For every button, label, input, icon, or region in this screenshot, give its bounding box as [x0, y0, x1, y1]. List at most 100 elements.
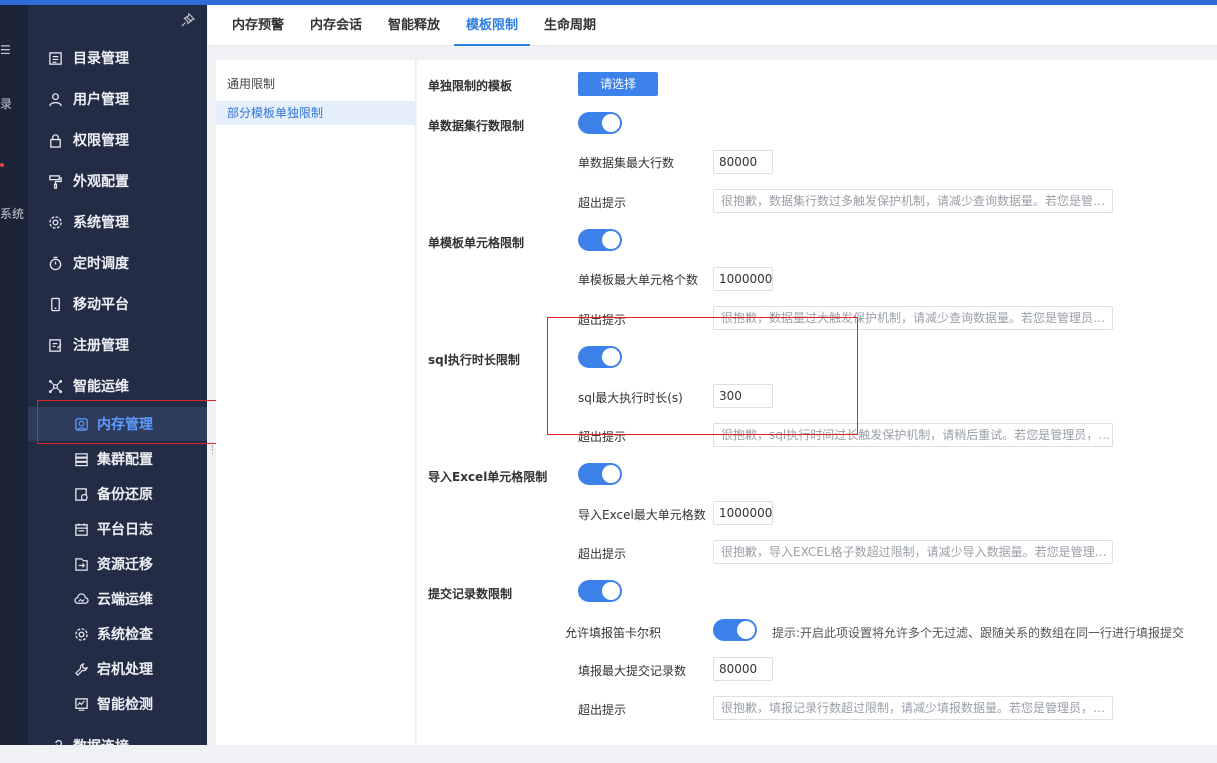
submit-limit-toggle[interactable]	[578, 580, 622, 602]
register-icon	[47, 337, 63, 353]
sql-tip-input[interactable]: 很抱歉，sql执行时间过长触发保护机制，请稍后重试。若您是管理员，请联系系统管理…	[713, 423, 1113, 447]
sidebar-item-appearance[interactable]: 外观配置	[28, 164, 207, 198]
toggle-knob	[602, 348, 620, 366]
subnav-template-specific-limit[interactable]: 部分模板单独限制	[216, 101, 416, 125]
secondary-nav: 通用限制 部分模板单独限制	[216, 60, 416, 745]
sidebar-subitem-migration[interactable]: 资源迁移	[28, 547, 207, 581]
cell-tip-input[interactable]: 很抱歉，数据量过大触发保护机制，请减少查询数据量。若您是管理员，请联系系统管理员…	[713, 306, 1113, 330]
excel-limit-toggle[interactable]	[578, 463, 622, 485]
memory-icon	[73, 416, 89, 432]
backup-icon	[73, 486, 89, 502]
sidebar-subitem-backup[interactable]: 备份还原	[28, 477, 207, 511]
catalog-icon	[47, 50, 63, 66]
paint-roller-icon	[47, 173, 63, 189]
tab-template-limit[interactable]: 模板限制	[454, 5, 531, 46]
sidebar-item-users[interactable]: 用户管理	[28, 82, 207, 116]
tab-lifecycle[interactable]: 生命周期	[544, 5, 596, 46]
cell-limit-toggle[interactable]	[578, 229, 622, 251]
sidebar-subitem-label: 系统检查	[97, 627, 153, 643]
sql-max-time-input[interactable]: 300	[713, 384, 773, 408]
sidebar-item-data-connection[interactable]: 数据连接	[28, 729, 207, 763]
dataset-tip-label: 超出提示	[578, 196, 627, 210]
submit-limit-label: 提交记录数限制	[428, 587, 513, 601]
toggle-knob	[602, 465, 620, 483]
tab-memory-session[interactable]: 内存会话	[310, 5, 362, 46]
excel-max-cells-input[interactable]: 1000000	[713, 501, 773, 525]
dataset-max-rows-label: 单数据集最大行数	[578, 156, 675, 170]
sidebar-item-permissions[interactable]: 权限管理	[28, 123, 207, 157]
sidebar-item-label: 智能运维	[73, 379, 129, 395]
dataset-tip-input[interactable]: 很抱歉，数据集行数过多触发保护机制，请减少查询数据量。若您是管理员，请联系系统管…	[713, 189, 1113, 213]
server-icon	[73, 451, 89, 467]
sidebar-item-smart-ops[interactable]: 智能运维	[28, 369, 207, 403]
rail-menu-icon: ☰	[0, 43, 11, 57]
sidebar-subitem-label: 云端运维	[97, 592, 153, 608]
sidebar-subitem-label: 智能检测	[97, 697, 153, 713]
gear-icon	[73, 626, 89, 642]
cell-max-input[interactable]: 1000000	[713, 267, 773, 291]
cell-max-label: 单模板最大单元格个数	[578, 273, 699, 287]
sql-limit-label: sql执行时长限制	[428, 353, 520, 367]
sidebar-subitem-label: 内存管理	[97, 417, 153, 433]
tab-memory-warning[interactable]: 内存预警	[232, 5, 284, 46]
excel-limit-label: 导入Excel单元格限制	[428, 470, 548, 484]
toggle-knob	[602, 114, 620, 132]
toggle-knob	[737, 621, 755, 639]
sql-tip-label: 超出提示	[578, 430, 627, 444]
cartesian-label: 允许填报笛卡尔积	[565, 626, 662, 640]
rail-label-fragment: 录	[0, 97, 13, 111]
template-select-label: 单独限制的模板	[428, 79, 513, 93]
cell-tip-label: 超出提示	[578, 313, 627, 327]
sidebar-item-label: 定时调度	[73, 256, 129, 272]
sidebar-subitem-logs[interactable]: 平台日志	[28, 512, 207, 546]
sidebar-subitem-downtime[interactable]: 宕机处理	[28, 652, 207, 686]
lock-icon	[47, 132, 63, 148]
dataset-limit-toggle[interactable]	[578, 112, 622, 134]
submit-max-records-input[interactable]: 80000	[713, 657, 773, 681]
rail-notification-dot	[0, 163, 4, 167]
cartesian-toggle[interactable]	[713, 619, 757, 641]
gear-icon	[47, 214, 63, 230]
dataset-limit-label: 单数据集行数限制	[428, 119, 525, 133]
sidebar-subitem-label: 平台日志	[97, 522, 153, 538]
submit-max-records-label: 填报最大提交记录数	[578, 664, 687, 678]
monitor-icon	[73, 696, 89, 712]
cell-limit-label: 单模板单元格限制	[428, 236, 525, 250]
subnav-general-limit[interactable]: 通用限制	[216, 72, 416, 96]
excel-tip-label: 超出提示	[578, 547, 627, 561]
excel-tip-input[interactable]: 很抱歉，导入EXCEL格子数超过限制，请减少导入数据量。若您是管理员，请联系系统…	[713, 540, 1113, 564]
sidebar-item-label: 用户管理	[73, 92, 129, 108]
left-rail: ☰ 录 系统	[0, 5, 28, 745]
sql-limit-toggle[interactable]	[578, 346, 622, 368]
link-icon	[47, 738, 63, 754]
sidebar-subitem-cluster[interactable]: 集群配置	[28, 442, 207, 476]
select-template-button[interactable]: 请选择	[578, 72, 658, 96]
sidebar-item-catalog[interactable]: 目录管理	[28, 41, 207, 75]
toggle-knob	[602, 231, 620, 249]
timer-icon	[47, 255, 63, 271]
excel-max-cells-label: 导入Excel最大单元格数	[578, 508, 706, 522]
tab-smart-release[interactable]: 智能释放	[388, 5, 440, 46]
sql-max-time-label: sql最大执行时长(s)	[578, 391, 683, 405]
sidebar-item-label: 数据连接	[73, 739, 129, 755]
sidebar-subitem-system-check[interactable]: 系统检查	[28, 617, 207, 651]
sidebar: 目录管理 用户管理 权限管理 外观配置 系统管理 定时调度 移动平台 注册管理 …	[28, 5, 207, 755]
toggle-knob	[602, 582, 620, 600]
pin-icon[interactable]	[181, 13, 195, 27]
calendar-icon	[73, 521, 89, 537]
sidebar-item-label: 外观配置	[73, 174, 129, 190]
rail-label-fragment-2: 系统	[0, 207, 25, 221]
network-icon	[47, 378, 63, 394]
sidebar-subitem-cloud-ops[interactable]: 云端运维	[28, 582, 207, 616]
resize-handle[interactable]: ⋮ ⋮	[208, 443, 217, 461]
sidebar-subitem-memory[interactable]: 内存管理	[28, 407, 207, 441]
sidebar-subitem-label: 备份还原	[97, 487, 153, 503]
sidebar-item-system[interactable]: 系统管理	[28, 205, 207, 239]
sidebar-subitem-smart-detect[interactable]: 智能检测	[28, 687, 207, 721]
sidebar-item-registration[interactable]: 注册管理	[28, 328, 207, 362]
dataset-max-rows-input[interactable]: 80000	[713, 150, 773, 174]
sidebar-item-mobile[interactable]: 移动平台	[28, 287, 207, 321]
sidebar-item-schedule[interactable]: 定时调度	[28, 246, 207, 280]
submit-tip-input[interactable]: 很抱歉，填报记录行数超过限制，请减少填报数据量。若您是管理员，请联系系统管理员。	[713, 696, 1113, 720]
sidebar-item-label: 注册管理	[73, 338, 129, 354]
